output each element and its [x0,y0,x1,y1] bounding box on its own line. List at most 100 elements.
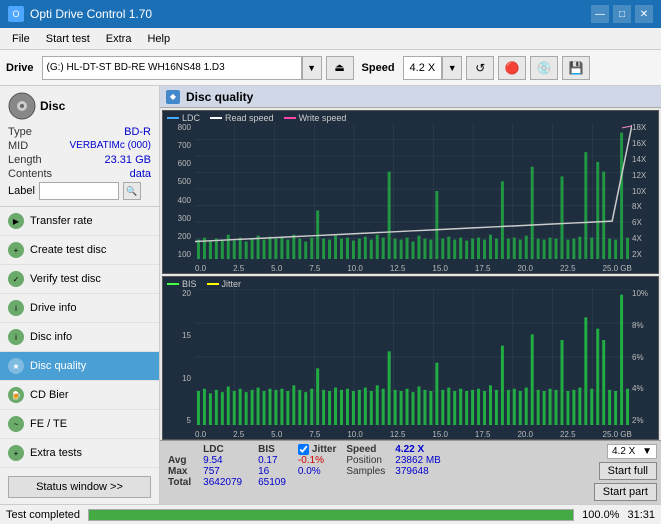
lower-chart-legend: BIS Jitter [167,279,241,289]
max-ldc: 757 [195,466,250,477]
disc-panel-title: Disc [40,99,65,113]
sidebar: Disc Type BD-R MID VERBATIMc (000) Lengt… [0,86,160,504]
legend-read-speed: Read speed [210,113,274,123]
max-label: Max [164,466,195,477]
start-part-button[interactable]: Start part [594,483,657,501]
legend-jitter-label: Jitter [222,279,242,289]
lower-chart-svg [195,289,632,425]
upper-yr-18x: 18X [632,123,658,132]
verify-test-disc-icon: ✓ [8,271,24,287]
status-window-button[interactable]: Status window >> [8,476,151,498]
lower-x-10: 10.0 [347,430,363,439]
position-label: Position [340,455,391,466]
length-value: 23.31 GB [105,154,151,166]
sidebar-item-drive-info[interactable]: i Drive info [0,294,159,323]
save-button[interactable]: 💾 [562,56,590,80]
legend-jitter: Jitter [207,279,242,289]
speed-selector[interactable]: 4.2 X [403,56,443,80]
total-ldc: 3642079 [195,477,250,488]
type-label: Type [8,126,32,138]
stats-section: LDC BIS Jitter Speed 4.22 X Avg 9.54 0.1… [160,440,661,504]
speed-label: Speed [362,62,395,74]
minimize-button[interactable]: — [591,5,609,23]
upper-y-700: 700 [163,141,193,150]
disc-svg-icon [8,92,36,120]
avg-bis: 0.17 [250,455,294,466]
legend-ldc-label: LDC [182,113,200,123]
avg-ldc: 9.54 [195,455,250,466]
extra-tests-icon: + [8,445,24,461]
progress-container [88,509,574,521]
jitter-cell: Jitter [294,444,340,455]
upper-yr-14x: 14X [632,155,658,164]
start-full-button[interactable]: Start full [599,462,657,480]
lower-y-20: 20 [163,289,193,298]
lower-x-12.5: 12.5 [390,430,406,439]
drive-selector[interactable]: (G:) HL-DT-ST BD-RE WH16NS48 1.D3 [42,56,302,80]
max-bis: 16 [250,466,294,477]
speed-select-arrow[interactable]: ▼ [442,56,462,80]
type-value: BD-R [124,126,151,138]
start-buttons-group: 4.2 X ▼ Start full Start part [594,444,657,501]
sidebar-item-fe-te[interactable]: ~ FE / TE [0,410,159,439]
legend-ldc-color [167,117,179,119]
upper-x-12.5: 12.5 [390,264,406,273]
sidebar-item-transfer-rate[interactable]: ▶ Transfer rate [0,207,159,236]
sidebar-item-cd-bier[interactable]: 🍺 CD Bier [0,381,159,410]
sidebar-item-verify-test-disc[interactable]: ✓ Verify test disc [0,265,159,294]
upper-y-800: 800 [163,123,193,132]
stats-table: LDC BIS Jitter Speed 4.22 X Avg 9.54 0.1… [164,444,445,488]
drive-info-icon: i [8,300,24,316]
sidebar-item-label-drive-info: Drive info [30,302,76,314]
nav-items: ▶ Transfer rate + Create test disc ✓ Ver… [0,207,159,470]
upper-yr-6x: 6X [632,218,658,227]
lower-x-7.5: 7.5 [309,430,320,439]
avg-jitter: -0.1% [294,455,340,466]
lower-x-5: 5.0 [271,430,282,439]
legend-bis-color [167,283,179,285]
lower-yr-4: 4% [632,384,658,393]
disc-mid-row: MID VERBATIMc (000) [8,140,151,152]
eject-button[interactable]: ⏏ [326,56,354,80]
progress-bar [89,510,573,520]
close-button[interactable]: ✕ [635,5,653,23]
upper-y-axis-right: 18X 16X 14X 12X 10X 8X 6X 4X 2X [632,123,658,259]
refresh-button[interactable]: ↺ [466,56,494,80]
samples-value: 379648 [391,466,445,477]
maximize-button[interactable]: □ [613,5,631,23]
sidebar-item-disc-quality[interactable]: ★ Disc quality [0,352,159,381]
menu-file[interactable]: File [4,31,38,47]
sidebar-item-create-test-disc[interactable]: + Create test disc [0,236,159,265]
drive-label: Drive [6,62,34,74]
lower-yr-2: 2% [632,416,658,425]
upper-y-100: 100 [163,250,193,259]
lower-yr-10: 10% [632,289,658,298]
legend-bis: BIS [167,279,197,289]
speed-select-stats[interactable]: 4.2 X ▼ [607,444,657,459]
samples-label: Samples [340,466,391,477]
sidebar-item-label-disc-quality: Disc quality [30,360,86,372]
sidebar-item-disc-info[interactable]: i Disc info [0,323,159,352]
menu-help[interactable]: Help [139,31,178,47]
burn-button[interactable]: 🔴 [498,56,526,80]
menubar: File Start test Extra Help [0,28,661,50]
jitter-checkbox[interactable] [298,444,309,455]
label-search-button[interactable]: 🔍 [123,182,141,200]
label-input[interactable] [39,182,119,200]
upper-x-2.5: 2.5 [233,264,244,273]
drive-select-arrow[interactable]: ▼ [302,56,322,80]
disc-button[interactable]: 💿 [530,56,558,80]
upper-x-7.5: 7.5 [309,264,320,273]
mid-label: MID [8,140,28,152]
disc-contents-row: Contents data [8,168,151,180]
sidebar-item-label-cd-bier: CD Bier [30,389,69,401]
upper-chart-svg [195,123,632,259]
total-bis: 65109 [250,477,294,488]
speed-value: 4.22 X [391,444,445,455]
max-jitter: 0.0% [294,466,340,477]
lower-y-axis-left: 20 15 10 5 [163,289,193,425]
menu-start-test[interactable]: Start test [38,31,98,47]
sidebar-item-extra-tests[interactable]: + Extra tests [0,439,159,468]
menu-extra[interactable]: Extra [98,31,140,47]
upper-chart: LDC Read speed Write speed [162,110,659,274]
